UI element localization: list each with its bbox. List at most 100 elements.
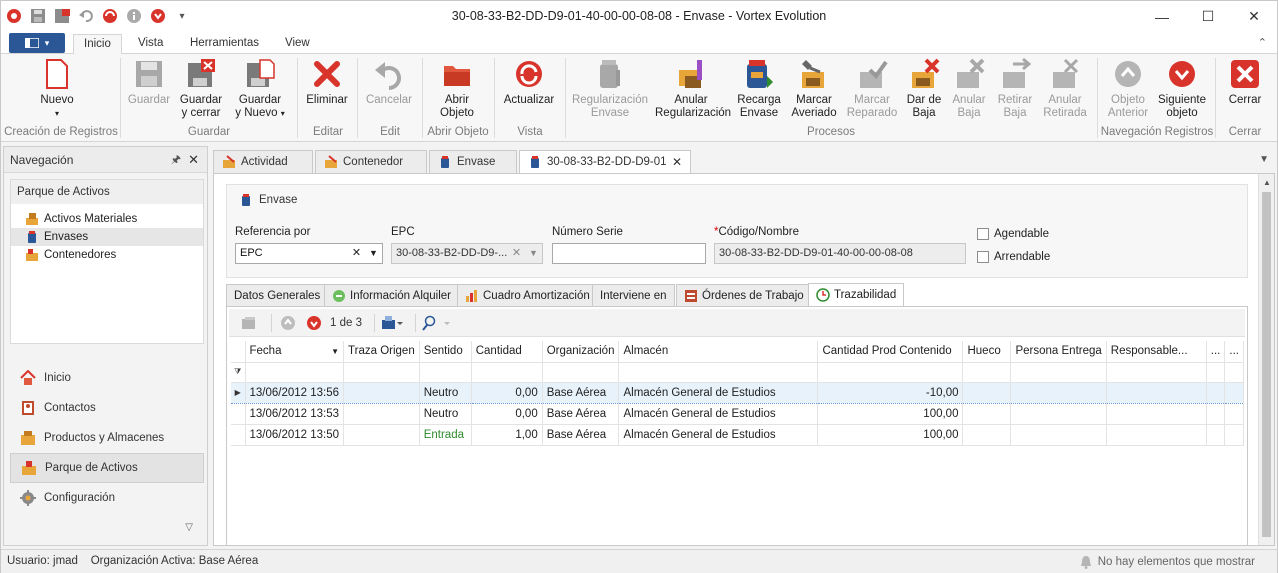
referencia-select[interactable]: EPC ✕ ▼ — [235, 243, 383, 264]
siguiente-objeto-button[interactable]: Siguiente objeto — [1157, 58, 1207, 120]
tree-item-envases[interactable]: Envases — [11, 228, 203, 246]
scrollbar-thumb[interactable] — [1262, 192, 1271, 537]
nav-button-contactos[interactable]: Contactos — [10, 393, 204, 423]
filter-cell[interactable] — [1010, 362, 1107, 383]
cell-organizacion[interactable]: Base Aérea — [542, 381, 620, 404]
doc-tab-actividad[interactable]: Actividad — [213, 150, 313, 174]
cell-responsable[interactable] — [1106, 381, 1207, 404]
column-header-responsable[interactable]: Responsable... — [1106, 341, 1207, 363]
cell-responsable[interactable] — [1106, 403, 1207, 425]
nuevo-button[interactable]: Nuevo ▾ — [29, 58, 85, 120]
marcar-averiado-button[interactable]: Marcar Averiado — [789, 58, 839, 120]
column-header-hueco[interactable]: Hueco — [962, 341, 1012, 363]
cell-almacen[interactable]: Almacén General de Estudios — [618, 403, 819, 425]
chevron-down-icon[interactable]: ▽ — [185, 522, 193, 533]
nav-button-configuracion[interactable]: Configuración — [10, 483, 204, 513]
cancelar-button[interactable]: Cancelar — [363, 58, 415, 107]
cell-more[interactable] — [1224, 424, 1244, 446]
column-header-fecha[interactable]: Fecha ▼ — [245, 341, 345, 363]
table-row[interactable]: 13/06/2012 13:53 Neutro 0,00 Base Aérea … — [231, 403, 1244, 425]
previous-up-icon[interactable] — [278, 313, 298, 333]
cell-persona-entrega[interactable] — [1010, 424, 1107, 446]
cell-cantidad[interactable]: 0,00 — [471, 403, 543, 425]
cell-cantidad[interactable]: 1,00 — [471, 424, 543, 446]
cell-cantidad-prod[interactable]: -10,00 — [817, 381, 964, 404]
recarga-envase-button[interactable]: Recarga Envase — [735, 58, 783, 120]
tab-informacion-alquiler[interactable]: Información Alquiler — [324, 284, 459, 307]
close-icon[interactable]: ✕ — [672, 155, 682, 169]
numero-serie-input[interactable] — [552, 243, 706, 264]
anular-regularizacion-button[interactable]: Anular Regularización — [655, 58, 731, 120]
guardar-cerrar-button[interactable]: Guardar y cerrar — [177, 58, 225, 120]
cell-fecha[interactable]: 13/06/2012 13:56 — [245, 381, 345, 404]
chevron-down-icon[interactable]: ▼ — [1259, 154, 1269, 165]
tab-ordenes-trabajo[interactable]: Órdenes de Trabajo — [676, 284, 812, 307]
cell-almacen[interactable]: Almacén General de Estudios — [618, 381, 819, 404]
cell-responsable[interactable] — [1106, 424, 1207, 446]
filter-cell[interactable] — [1224, 362, 1244, 383]
filter-cell[interactable] — [471, 362, 543, 383]
tab-herramientas[interactable]: Herramientas — [180, 34, 269, 55]
cell-sentido[interactable]: Neutro — [419, 381, 472, 404]
cell-traza-origen[interactable] — [343, 403, 420, 425]
cell-hueco[interactable] — [962, 403, 1012, 425]
column-header-sentido[interactable]: Sentido — [419, 341, 472, 363]
print-icon[interactable] — [381, 313, 403, 333]
doc-tab-contenedor[interactable]: Contenedor — [315, 150, 427, 174]
cell-traza-origen[interactable] — [343, 381, 420, 404]
filter-icon[interactable]: ⧩ — [231, 362, 246, 383]
cell-sentido[interactable]: Entrada — [419, 424, 472, 446]
cell-traza-origen[interactable] — [343, 424, 420, 446]
maximize-button[interactable]: ☐ — [1185, 1, 1231, 32]
tree-item-activos-materiales[interactable]: Activos Materiales — [11, 210, 203, 228]
column-header-traza-origen[interactable]: Traza Origen — [343, 341, 420, 363]
cell-cantidad[interactable]: 0,00 — [471, 381, 543, 404]
minimize-button[interactable]: — — [1139, 1, 1185, 32]
cell-more[interactable] — [1224, 403, 1244, 425]
tab-trazabilidad[interactable]: Trazabilidad — [808, 283, 905, 307]
tab-vista[interactable]: Vista — [128, 34, 173, 55]
table-row[interactable]: 13/06/2012 13:50 Entrada 1,00 Base Aérea… — [231, 424, 1244, 446]
filter-cell[interactable] — [1106, 362, 1207, 383]
cell-more[interactable] — [1206, 403, 1226, 425]
application-menu-button[interactable]: ▾ — [9, 33, 65, 53]
cell-persona-entrega[interactable] — [1010, 381, 1107, 404]
search-icon[interactable] — [422, 313, 452, 333]
guardar-button[interactable]: Guardar — [125, 58, 173, 107]
column-header-organizacion[interactable]: Organización — [542, 341, 620, 363]
filter-cell[interactable] — [1206, 362, 1226, 383]
cell-organizacion[interactable]: Base Aérea — [542, 403, 620, 425]
cerrar-button[interactable]: Cerrar — [1221, 58, 1269, 107]
filter-cell[interactable] — [618, 362, 819, 383]
pin-icon[interactable]: 🖈 — [171, 147, 181, 173]
tab-view[interactable]: View — [275, 34, 320, 55]
cell-sentido[interactable]: Neutro — [419, 403, 472, 425]
filter-cell[interactable] — [962, 362, 1012, 383]
eliminar-button[interactable]: Eliminar — [303, 58, 351, 107]
agendable-checkbox[interactable]: Agendable — [977, 228, 1049, 240]
clear-icon[interactable]: ✕ — [348, 244, 365, 263]
tree-item-contenedores[interactable]: Contenedores — [11, 246, 203, 264]
column-header-more-1[interactable]: ... — [1206, 341, 1226, 363]
ribbon-collapse-icon[interactable]: ⌃ — [1258, 36, 1267, 49]
tab-inicio[interactable]: Inicio — [73, 34, 122, 55]
cell-cantidad-prod[interactable]: 100,00 — [817, 424, 964, 446]
table-row[interactable]: ▶ 13/06/2012 13:56 Neutro 0,00 Base Aére… — [231, 381, 1244, 404]
grid-filter-row[interactable]: ⧩ — [231, 362, 1244, 383]
filter-cell[interactable] — [419, 362, 472, 383]
anular-baja-button[interactable]: Anular Baja — [949, 58, 989, 120]
guardar-nuevo-button[interactable]: Guardar y Nuevo ▾ — [231, 58, 289, 120]
clear-icon[interactable]: ✕ — [508, 244, 525, 263]
cell-fecha[interactable]: 13/06/2012 13:50 — [245, 424, 345, 446]
cell-almacen[interactable]: Almacén General de Estudios — [618, 424, 819, 446]
nav-button-parque[interactable]: Parque de Activos — [10, 453, 204, 483]
nav-button-inicio[interactable]: Inicio — [10, 363, 204, 393]
doc-tab-envase[interactable]: Envase — [429, 150, 517, 174]
cell-hueco[interactable] — [962, 381, 1012, 404]
close-button[interactable]: ✕ — [1231, 1, 1277, 32]
tab-interviene-en[interactable]: Interviene en — [592, 284, 675, 307]
retirar-baja-button[interactable]: Retirar Baja — [993, 58, 1037, 120]
column-header-persona-entrega[interactable]: Persona Entrega — [1010, 341, 1107, 363]
doc-tab-current[interactable]: 30-08-33-B2-DD-D9-01 ✕ — [519, 150, 691, 174]
regularizacion-envase-button[interactable]: Regularización Envase — [571, 58, 649, 120]
